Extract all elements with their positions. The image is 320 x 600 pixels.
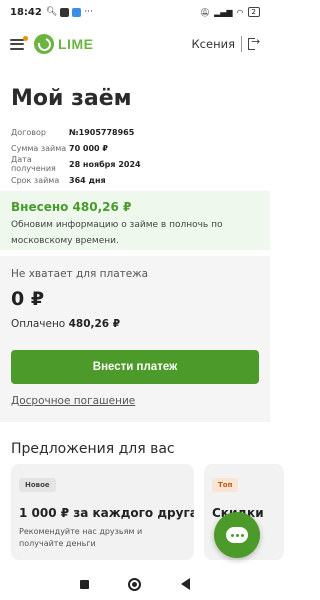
date-label: Дата получения [11,155,56,173]
status-time: 18:42 [10,6,42,18]
status-bar: 18:42 🔍︎ ··· 🔕︎ ▂▄▆ ◠ 2 [0,0,270,24]
logo[interactable]: LIME [34,34,93,54]
wifi-icon: ◠ [236,7,244,17]
back-icon[interactable] [181,578,191,590]
logout-icon[interactable] [248,35,260,50]
term-label: Срок займа [11,175,60,185]
badge-top: Топ [212,478,239,492]
offer-description: Рекомендуйте нас друзьям и получайте ден… [19,527,143,548]
search-icon: 🔍︎ [45,7,58,17]
app-header: LIME Ксения [0,26,270,62]
contract-label: Договор [11,127,46,137]
user-area: Ксения [192,35,260,52]
paid-value: 480,26 ₽ [68,318,121,330]
divider [241,36,242,52]
notification-icons: 🔍︎ ··· [46,7,93,17]
system-icons: 🔕︎ ▂▄▆ ◠ 2 [200,7,260,17]
page-title: Мой заём [11,86,132,111]
update-note: Обновим информацию о займе в полночь по … [11,220,223,246]
amount-label: Сумма займа [11,143,67,153]
paid-amount: Внесено 480,26 ₽ [11,200,132,214]
user-name[interactable]: Ксения [192,37,235,51]
home-icon[interactable] [128,577,142,591]
loan-info: Договор №1905778965 Сумма займа 70 000 ₽… [11,124,261,188]
lime-logo-icon [34,34,54,54]
mute-icon: 🔕︎ [199,7,211,17]
battery-icon: 2 [247,7,260,17]
recent-apps-icon[interactable] [79,579,89,589]
paid-summary: Оплачено 480,26 ₽ [11,318,259,330]
offers-title: Предложения для вас [11,441,175,457]
offer-heading: 1 000 ₽ за каждого друга [19,506,194,520]
lack-amount: 0 ₽ [11,288,45,310]
chat-icon [226,527,248,543]
app-notification-icon-2 [72,7,82,17]
more-icon: ··· [84,7,93,17]
date-value: 28 ноября 2024 [69,159,141,169]
loan-info-row: Договор №1905778965 [11,124,261,140]
early-repayment-link[interactable]: Досрочное погашение [11,395,135,407]
signal-icon: ▂▄▆ [214,7,233,17]
paid-label: Оплачено [11,318,66,330]
payment-section: Не хватает для платежа 0 ₽ Оплачено 480,… [0,256,270,422]
loan-info-row: Срок займа 364 дня [11,172,261,188]
amount-value: 70 000 ₽ [69,143,108,153]
menu-icon[interactable] [10,35,28,50]
logo-text: LIME [58,36,94,52]
term-value: 364 дня [69,175,106,185]
system-nav-bar [0,568,270,600]
paid-panel: Внесено 480,26 ₽ Обновим информацию о за… [0,191,270,250]
make-payment-button[interactable]: Внести платеж [11,350,259,384]
notification-dot [23,35,28,41]
contract-value: №1905778965 [69,127,135,137]
badge-new: Новое [19,478,56,492]
offer-card-referral[interactable]: Новое 1 000 ₽ за каждого друга Рекоменду… [11,464,194,560]
chat-button[interactable] [214,512,260,558]
app-notification-icon [60,7,70,17]
lack-label: Не хватает для платежа [11,268,149,280]
loan-info-row: Дата получения 28 ноября 2024 [11,155,261,173]
loan-info-row: Сумма займа 70 000 ₽ [11,140,261,156]
